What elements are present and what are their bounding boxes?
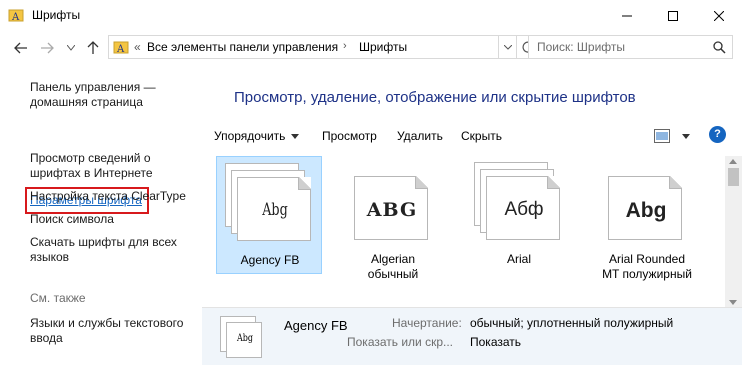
find-character-link[interactable]: Поиск символа — [30, 212, 195, 227]
minimize-icon — [622, 15, 632, 16]
cleartype-link[interactable]: Настройка текста ClearType — [30, 189, 195, 204]
title-bar: A Шрифты — [0, 0, 742, 31]
font-file-icon: ABG — [348, 162, 440, 242]
preview-button[interactable]: Просмотр — [322, 129, 377, 143]
font-tile[interactable]: Abg Agency FB — [216, 156, 322, 274]
organize-button[interactable]: Упорядочить — [214, 129, 300, 143]
view-icon[interactable] — [654, 129, 670, 143]
vertical-scrollbar[interactable] — [725, 156, 742, 309]
search-icon[interactable] — [713, 41, 726, 54]
font-file-icon: Abg — [220, 316, 266, 360]
online-font-info-link[interactable]: Просмотр сведений о шрифтах в Интернете — [30, 151, 195, 181]
address-overflow[interactable]: « — [134, 40, 141, 54]
scroll-down-icon[interactable] — [729, 300, 737, 305]
up-button[interactable] — [84, 39, 102, 57]
help-button[interactable]: ? — [709, 126, 726, 143]
chevron-down-icon — [67, 45, 75, 51]
scroll-up-icon[interactable] — [729, 159, 737, 164]
svg-text:A: A — [116, 44, 125, 55]
arrow-up-icon — [87, 41, 99, 54]
font-file-icon: Abg — [225, 163, 317, 243]
font-tile[interactable]: Абф Arial — [466, 156, 572, 309]
font-sample: Abg — [262, 200, 288, 220]
control-panel-home-link[interactable]: Панель управления — домашняя страница — [30, 80, 195, 110]
details-pane: Abg Agency FB Начертание: обычный; уплот… — [202, 307, 742, 365]
show-hide-label: Показать или скр... — [347, 335, 454, 349]
organize-label: Упорядочить — [214, 129, 286, 143]
address-bar[interactable]: A « Все элементы панели управления › Шри… — [108, 35, 499, 59]
search-box[interactable] — [528, 35, 733, 59]
show-hide-value: Показать — [470, 335, 522, 349]
fonts-folder-icon: A — [8, 9, 24, 23]
address-row: A « Все элементы панели управления › Шри… — [0, 31, 742, 64]
breadcrumb-control-panel[interactable]: Все элементы панели управления — [147, 40, 338, 54]
font-name: Arial — [506, 252, 531, 266]
window-title: Шрифты — [32, 8, 81, 22]
font-sample: ABG — [366, 199, 418, 221]
delete-button[interactable]: Удалить — [397, 129, 443, 143]
recent-locations-button[interactable] — [62, 39, 80, 57]
fonts-folder-icon: A — [113, 41, 129, 55]
style-label: Начертание: — [392, 316, 462, 330]
chevron-down-icon — [503, 44, 512, 50]
fonts-grid: Abg Agency FB ABG Algerian обычный Абф A… — [202, 156, 724, 309]
maximize-button[interactable] — [650, 0, 696, 31]
search-input[interactable] — [537, 40, 707, 54]
download-fonts-link[interactable]: Скачать шрифты для всех языков — [30, 235, 195, 265]
font-tile[interactable]: ABG Algerian обычный — [340, 156, 446, 309]
font-name: Arial Rounded MT полужирный — [602, 252, 692, 281]
text-services-link[interactable]: Языки и службы текстового ввода — [30, 316, 195, 346]
back-button[interactable] — [12, 39, 30, 57]
svg-text:A: A — [11, 12, 20, 23]
view-options-caret-icon[interactable] — [682, 134, 690, 139]
font-tile[interactable]: Abg Arial Rounded MT полужирный — [594, 156, 700, 309]
close-button[interactable] — [696, 0, 742, 31]
font-sample: Абф — [504, 199, 544, 220]
address-history-dropdown[interactable] — [499, 35, 517, 59]
page-title: Просмотр, удаление, отображение или скры… — [234, 89, 636, 106]
details-font-sample: Abg — [236, 333, 254, 344]
see-also-heading: См. также — [30, 291, 86, 305]
command-bar: Упорядочить Просмотр Удалить Скрыть ? — [202, 122, 742, 150]
arrow-right-icon — [41, 42, 54, 54]
font-name: Agency FB — [240, 253, 300, 267]
left-pane: Панель управления — домашняя страница Па… — [0, 64, 202, 365]
breadcrumb-fonts[interactable]: Шрифты — [359, 40, 407, 54]
details-font-name: Agency FB — [284, 318, 348, 333]
font-file-icon: Абф — [474, 162, 566, 242]
arrow-left-icon — [14, 42, 27, 54]
close-icon — [714, 10, 724, 21]
minimize-button[interactable] — [604, 0, 650, 31]
maximize-icon — [668, 10, 678, 21]
font-name: Algerian обычный — [367, 252, 419, 281]
forward-button[interactable] — [38, 39, 56, 57]
font-sample: Abg — [625, 199, 667, 222]
main-pane: Просмотр, удаление, отображение или скры… — [202, 64, 742, 365]
hide-button[interactable]: Скрыть — [461, 129, 502, 143]
font-file-icon: Abg — [602, 162, 694, 242]
breadcrumb-separator-icon: › — [343, 40, 347, 52]
style-value: обычный; уплотненный полужирный — [470, 316, 674, 330]
scroll-thumb[interactable] — [728, 168, 739, 186]
caret-down-icon — [291, 134, 300, 140]
